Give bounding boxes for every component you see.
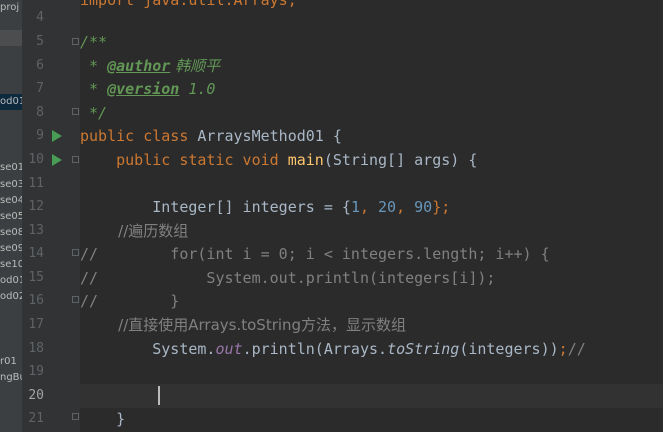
number-literal: 1 (350, 198, 360, 216)
run-main-icon[interactable] (52, 154, 62, 166)
semicolon: ; (558, 340, 568, 358)
line-comment: // (80, 245, 99, 263)
line-comment: //遍历数组 (80, 222, 189, 240)
code-line: public static void main(String[] args) { (80, 148, 663, 172)
line-number: 4 (36, 10, 44, 25)
code-line: //直接使用Arrays.toString方法，显示数组 (80, 313, 663, 337)
doc-comment: */ (80, 104, 108, 122)
fold-marker-icon[interactable] (72, 413, 79, 420)
import-statement: import java.util.Arrays; (80, 0, 297, 9)
line-number: 18 (28, 341, 44, 356)
code-line: // } (80, 289, 663, 313)
code-line: public class ArraysMethod01 { (80, 124, 663, 148)
project-sidebar: proj od01 se01 se03 se04 se05 se08 se09 … (0, 0, 22, 432)
line-number: 16 (28, 293, 44, 308)
project-tree-item[interactable]: proj (0, 0, 22, 16)
line-number: 12 (28, 199, 44, 214)
code-text: Integer[] integers = { (80, 198, 351, 216)
line-comment: } (98, 292, 180, 310)
number-literal: 20 (378, 198, 397, 216)
code-line: } (80, 407, 663, 431)
fold-marker-icon[interactable] (72, 296, 79, 303)
static-field: out (215, 340, 243, 358)
line-number: 19 (28, 364, 44, 379)
project-tree-item[interactable]: se10 (0, 257, 22, 273)
line-comment: // (80, 269, 99, 287)
project-tree-item[interactable]: se04 (0, 193, 22, 209)
code-line: System.out.println(Arrays.toString(integ… (80, 337, 663, 361)
doc-tag: @version (107, 80, 180, 98)
code-text: (String[] args) { (323, 151, 478, 169)
code-text: { (323, 127, 342, 145)
code-line: import java.util.Arrays; (80, 0, 663, 12)
code-editor[interactable]: import java.util.Arrays; /** * @author 韩… (80, 0, 663, 432)
method-name: main (287, 151, 324, 169)
code-text: .println(Arrays. (242, 340, 388, 358)
line-comment: // (567, 340, 586, 358)
project-tree-item[interactable]: ngBu (0, 370, 22, 386)
editor-gutter: 4 5 6 7 8 9 10 11 12 13 14 15 16 17 18 1… (22, 0, 80, 432)
code-line: Integer[] integers = {1, 20, 90}; (80, 195, 663, 219)
doc-tag: @author (107, 57, 171, 75)
line-number: 15 (28, 270, 44, 285)
keyword: public static void (80, 151, 288, 169)
project-tree-item[interactable]: se08 (0, 225, 22, 241)
doc-comment: * (80, 80, 108, 98)
line-comment: System.out.println(integers[i]); (98, 269, 496, 287)
line-number-current: 20 (28, 388, 44, 403)
code-text: System. (80, 340, 216, 358)
code-line: //遍历数组 (80, 219, 663, 243)
number-literal: 90 (414, 198, 433, 216)
doc-comment: * (80, 57, 108, 75)
code-line: * @version 1.0 (80, 77, 663, 101)
project-tree-item[interactable]: se01 (0, 160, 22, 176)
keyword: public class (80, 127, 198, 145)
project-tree-item[interactable]: se09 (0, 241, 22, 257)
project-tree-item[interactable]: r01 (0, 354, 22, 370)
comma: , (359, 198, 379, 216)
doc-comment: /** (80, 33, 108, 51)
text-caret (158, 386, 160, 405)
code-line: */ (80, 101, 663, 125)
code-line: * @author 韩顺平 (80, 54, 663, 78)
code-text: }; (432, 198, 451, 216)
project-tree-item[interactable]: se05 (0, 209, 22, 225)
line-comment: for(int i = 0; i < integers.length; i++)… (98, 245, 550, 263)
doc-comment: 韩顺平 (170, 57, 221, 75)
line-number: 13 (28, 223, 44, 238)
project-tree-item[interactable]: se03 (0, 177, 22, 193)
comma: , (396, 198, 415, 216)
fold-marker-icon[interactable] (72, 38, 79, 45)
line-comment: // (80, 292, 99, 310)
fold-marker-icon[interactable] (72, 249, 79, 256)
code-text: (integers)) (459, 340, 559, 358)
line-number: 17 (28, 317, 44, 332)
code-line: /** (80, 30, 663, 54)
fold-marker-icon[interactable] (72, 156, 79, 163)
fold-marker-icon[interactable] (72, 108, 79, 115)
doc-comment: 1.0 (179, 80, 216, 98)
line-comment: //直接使用Arrays.toString方法，显示数组 (80, 316, 407, 334)
line-number: 6 (36, 58, 44, 73)
project-tree-item[interactable]: od01 (0, 94, 22, 110)
line-number: 21 (28, 411, 44, 426)
line-number: 7 (36, 81, 44, 96)
code-line: // System.out.println(integers[i]); (80, 266, 663, 290)
line-number: 8 (36, 105, 44, 120)
code-line: // for(int i = 0; i < integers.length; i… (80, 242, 663, 266)
line-number: 11 (28, 176, 44, 191)
project-tree-item[interactable]: od02 (0, 289, 22, 305)
project-tree-item-selected[interactable] (0, 30, 22, 46)
current-code-line[interactable] (80, 384, 663, 408)
line-number: 5 (36, 34, 44, 49)
class-name: ArraysMethod01 (197, 127, 324, 145)
static-method: toString (387, 340, 460, 358)
code-text: } (80, 410, 126, 428)
line-number: 9 (36, 128, 44, 143)
line-number: 10 (28, 152, 44, 167)
project-tree-item[interactable]: od01 (0, 273, 22, 289)
line-number: 14 (28, 246, 44, 261)
run-class-icon[interactable] (52, 130, 62, 142)
